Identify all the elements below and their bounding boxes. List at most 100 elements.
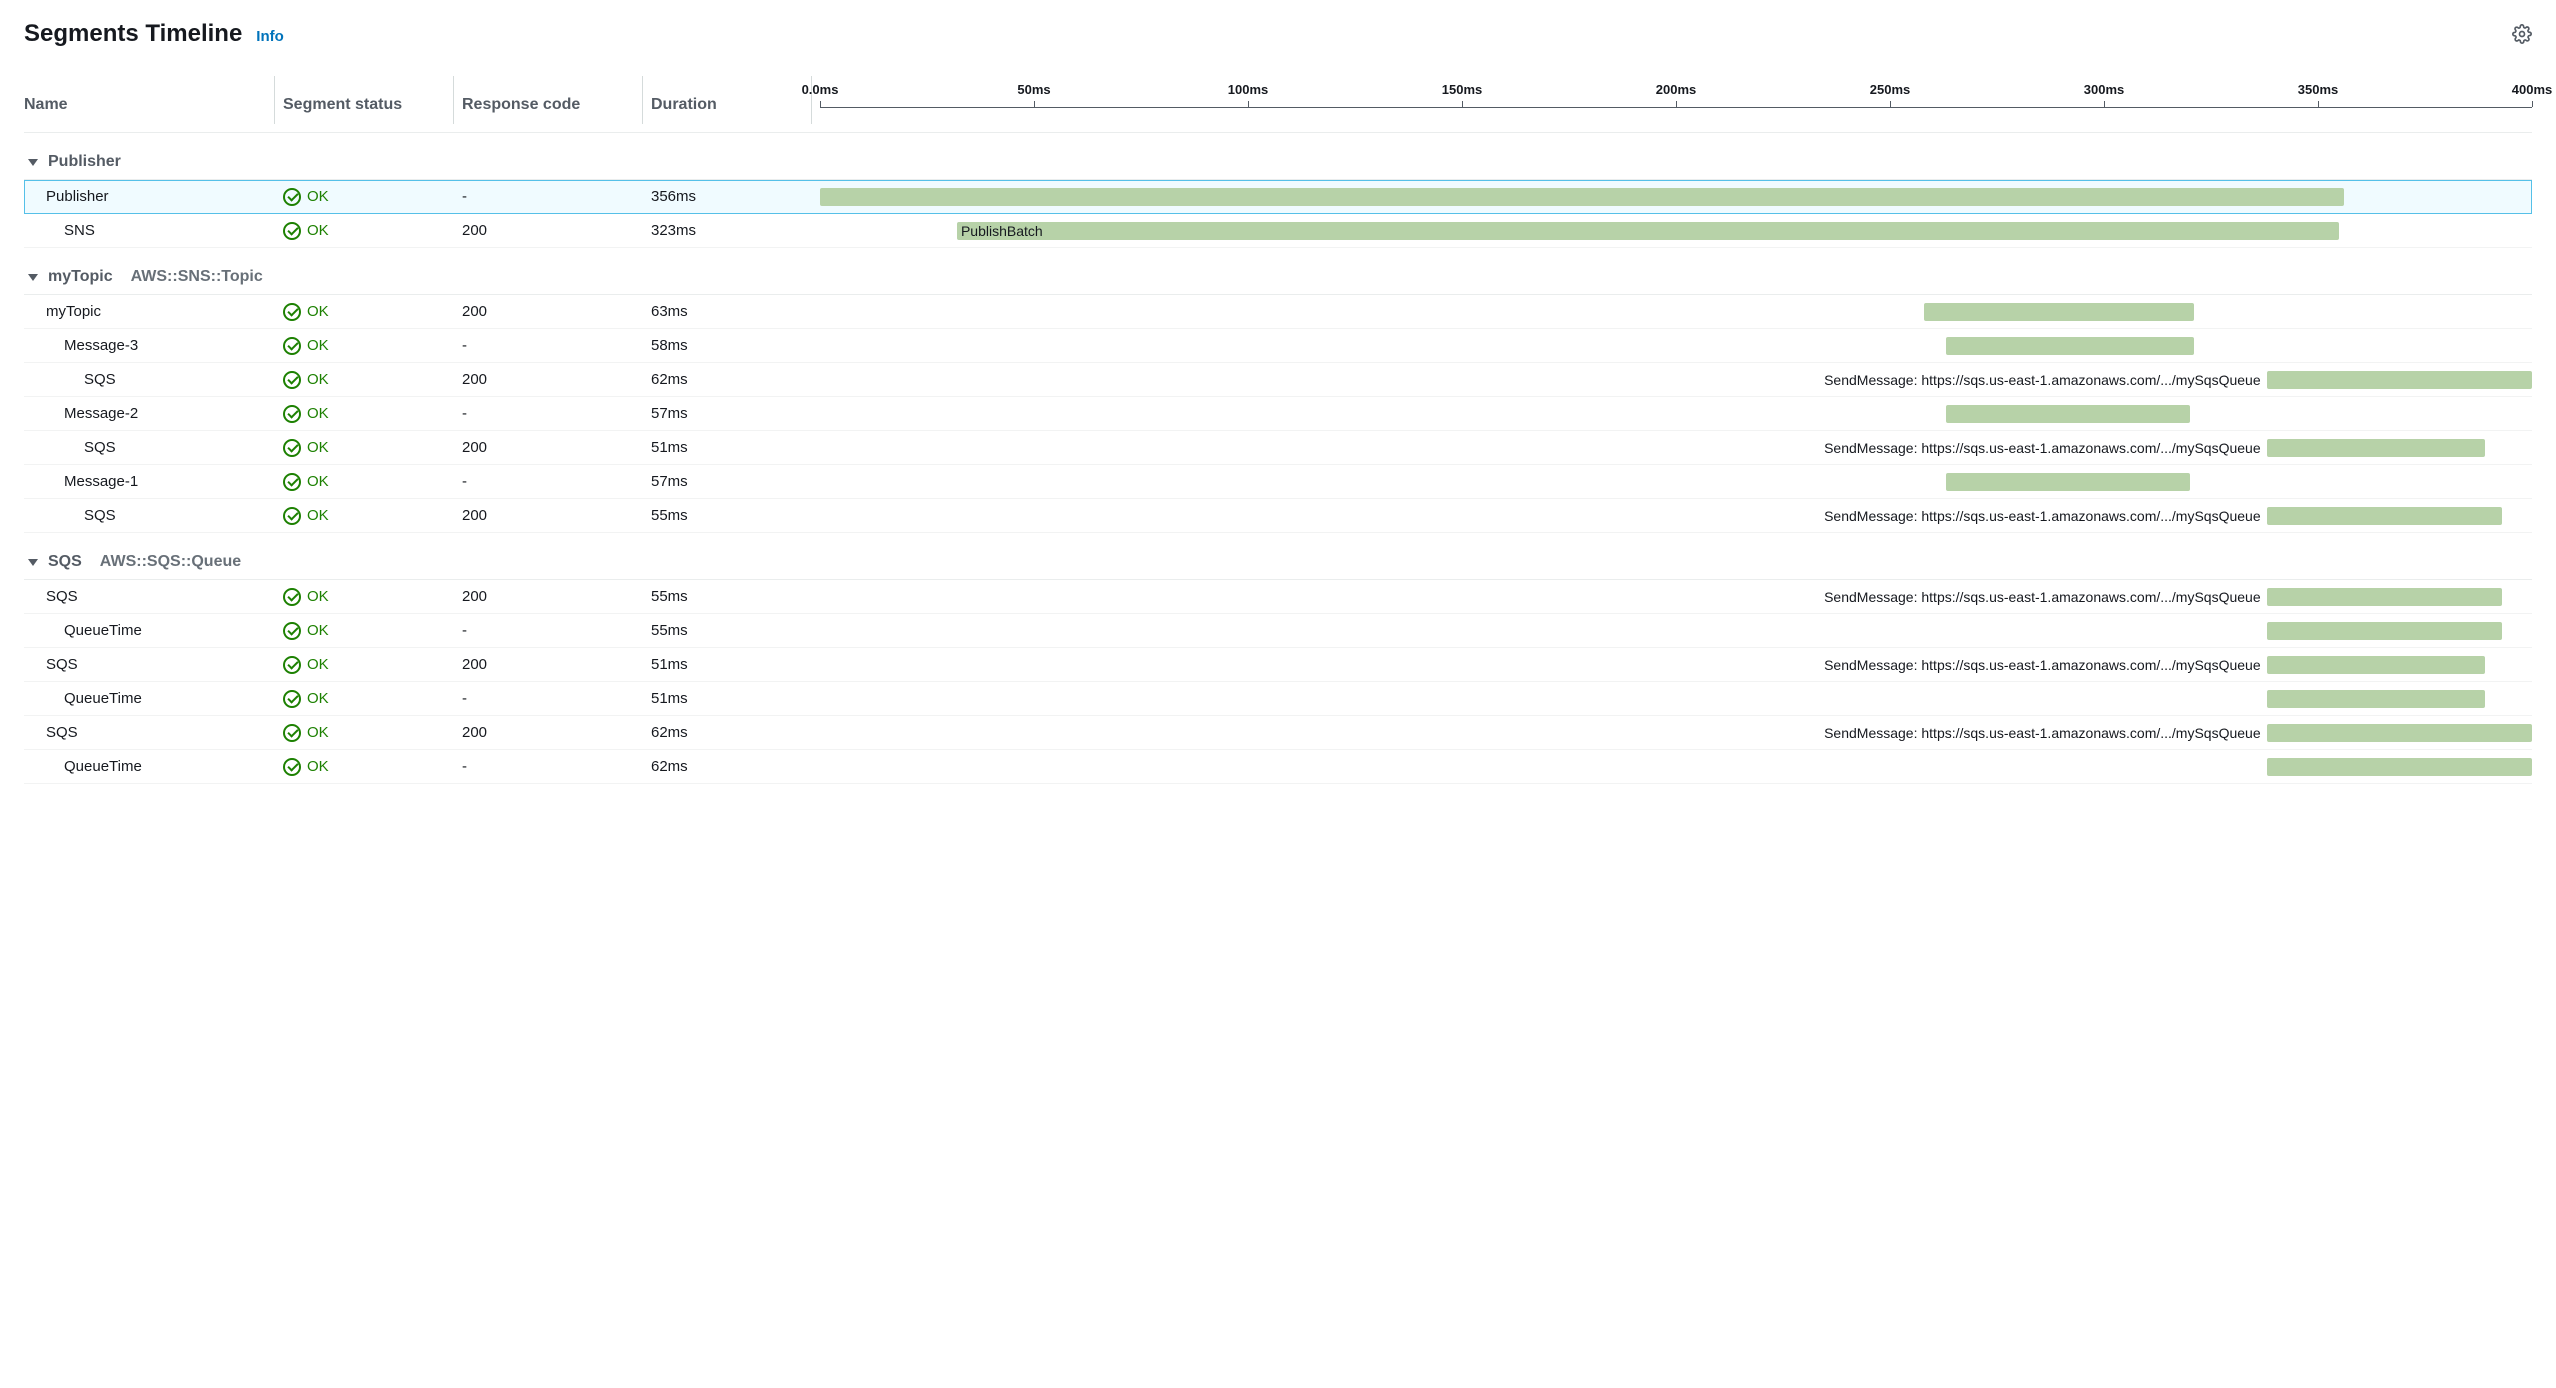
duration-bar bbox=[1946, 473, 2190, 491]
response-code: 200 bbox=[462, 507, 642, 524]
duration: 51ms bbox=[651, 656, 811, 673]
segment-row[interactable]: SQSOK20062msSendMessage: https://sqs.us-… bbox=[24, 363, 2532, 397]
timeline-cell: SendMessage: https://sqs.us-east-1.amazo… bbox=[820, 716, 2532, 749]
timeline-cell: SendMessage: https://sqs.us-east-1.amazo… bbox=[820, 431, 2532, 464]
segment-name: SQS bbox=[24, 656, 274, 673]
status-text: OK bbox=[307, 507, 329, 524]
rows-container: PublisherPublisherOK-356ms SNS OK 200 323ms P… bbox=[24, 133, 2532, 784]
segment-row[interactable]: PublisherOK-356ms bbox=[24, 180, 2532, 214]
axis-tick bbox=[1890, 101, 1891, 107]
segment-row[interactable]: myTopicOK20063ms bbox=[24, 295, 2532, 329]
check-circle-icon bbox=[283, 337, 301, 355]
timeline-cell bbox=[820, 682, 2532, 715]
status-text: OK bbox=[307, 337, 329, 354]
bar-label: SendMessage: https://sqs.us-east-1.amazo… bbox=[1824, 371, 2267, 389]
duration-bar bbox=[1946, 405, 2190, 423]
group-name: SQS bbox=[48, 553, 82, 571]
settings-icon[interactable] bbox=[2512, 24, 2532, 44]
page-title: Segments Timeline bbox=[24, 20, 242, 48]
col-header-status[interactable]: Segment status bbox=[283, 76, 453, 124]
duration: 55ms bbox=[651, 507, 811, 524]
check-circle-icon bbox=[283, 507, 301, 525]
status-text: OK bbox=[307, 405, 329, 422]
check-circle-icon bbox=[283, 439, 301, 457]
timeline-cell: PublishBatch bbox=[820, 214, 2532, 247]
check-circle-icon bbox=[283, 405, 301, 423]
duration-bar bbox=[957, 222, 2339, 240]
duration-bar bbox=[2267, 588, 2502, 606]
segment-row[interactable]: SNSOK200323msPublishBatch bbox=[24, 214, 2532, 248]
timeline-cell: SendMessage: https://sqs.us-east-1.amazo… bbox=[820, 499, 2532, 532]
response-code: 200 bbox=[462, 656, 642, 673]
status-text: OK bbox=[307, 222, 329, 239]
status-text: OK bbox=[307, 588, 329, 605]
segment-name: SNS bbox=[24, 222, 274, 239]
segment-row[interactable]: Message-2OK-57ms bbox=[24, 397, 2532, 431]
check-circle-icon bbox=[283, 588, 301, 606]
segment-name: SQS bbox=[24, 439, 274, 456]
group-header[interactable]: myTopic AWS::SNS::Topic bbox=[24, 248, 2532, 295]
segment-row[interactable]: QueueTimeOK-62ms bbox=[24, 750, 2532, 784]
axis-tick bbox=[2532, 101, 2533, 107]
duration-bar bbox=[2267, 656, 2485, 674]
bar-label: PublishBatch bbox=[957, 222, 1043, 240]
duration: 323ms bbox=[651, 222, 811, 239]
col-header-name[interactable]: Name bbox=[24, 76, 274, 124]
segment-row[interactable]: QueueTimeOK-51ms bbox=[24, 682, 2532, 716]
axis-tick-label: 50ms bbox=[1017, 82, 1050, 97]
duration: 63ms bbox=[651, 303, 811, 320]
segment-row[interactable]: Message-1OK-57ms bbox=[24, 465, 2532, 499]
segment-name: SQS bbox=[24, 724, 274, 741]
duration: 51ms bbox=[651, 690, 811, 707]
axis-tick-label: 0.0ms bbox=[802, 82, 839, 97]
status-badge: OK bbox=[283, 188, 453, 206]
duration: 51ms bbox=[651, 439, 811, 456]
time-axis: 0.0ms50ms100ms150ms200ms250ms300ms350ms4… bbox=[820, 82, 2532, 108]
response-code: 200 bbox=[462, 303, 642, 320]
segment-row[interactable]: SQSOK20055msSendMessage: https://sqs.us-… bbox=[24, 580, 2532, 614]
axis-tick-label: 300ms bbox=[2084, 82, 2124, 97]
segment-row[interactable]: SQSOK20055msSendMessage: https://sqs.us-… bbox=[24, 499, 2532, 533]
timeline-cell bbox=[820, 397, 2532, 430]
duration-bar bbox=[1946, 337, 2194, 355]
timeline-cell: SendMessage: https://sqs.us-east-1.amazo… bbox=[820, 648, 2532, 681]
status-text: OK bbox=[307, 724, 329, 741]
group-type: AWS::SNS::Topic bbox=[131, 268, 263, 286]
duration-bar bbox=[2267, 690, 2485, 708]
group-header[interactable]: SQSAWS::SQS::Queue bbox=[24, 533, 2532, 580]
column-headers-row: Name Segment status Response code Durati… bbox=[24, 76, 2532, 133]
group-name: myTopic bbox=[48, 268, 113, 286]
col-header-duration[interactable]: Duration bbox=[651, 76, 811, 124]
timeline-cell: SendMessage: https://sqs.us-east-1.amazo… bbox=[820, 363, 2532, 396]
axis-tick bbox=[1034, 101, 1035, 107]
axis-tick bbox=[1462, 101, 1463, 107]
segment-row[interactable]: SQSOK20051msSendMessage: https://sqs.us-… bbox=[24, 431, 2532, 465]
response-code: - bbox=[462, 758, 642, 775]
bar-label: SendMessage: https://sqs.us-east-1.amazo… bbox=[1824, 724, 2267, 742]
group-header[interactable]: Publisher bbox=[24, 133, 2532, 180]
axis-tick-label: 150ms bbox=[1442, 82, 1482, 97]
check-circle-icon bbox=[283, 473, 301, 491]
segment-name: Message-1 bbox=[24, 473, 274, 490]
caret-down-icon bbox=[28, 274, 38, 281]
status-text: OK bbox=[307, 758, 329, 775]
col-header-code[interactable]: Response code bbox=[462, 76, 642, 124]
status-text: OK bbox=[307, 473, 329, 490]
duration-bar bbox=[2267, 439, 2485, 457]
duration-bar bbox=[2267, 507, 2502, 525]
axis-tick-label: 350ms bbox=[2298, 82, 2338, 97]
status-badge: OK bbox=[283, 439, 453, 457]
status-badge: OK bbox=[283, 405, 453, 423]
duration: 62ms bbox=[651, 758, 811, 775]
segment-row[interactable]: QueueTimeOK-55ms bbox=[24, 614, 2532, 648]
info-link[interactable]: Info bbox=[256, 28, 284, 45]
duration-bar bbox=[2267, 371, 2532, 389]
status-badge: OK bbox=[283, 622, 453, 640]
segment-row[interactable]: Message-3OK-58ms bbox=[24, 329, 2532, 363]
duration: 62ms bbox=[651, 371, 811, 388]
segment-row[interactable]: SQSOK20051msSendMessage: https://sqs.us-… bbox=[24, 648, 2532, 682]
segment-row[interactable]: SQSOK20062msSendMessage: https://sqs.us-… bbox=[24, 716, 2532, 750]
check-circle-icon bbox=[283, 303, 301, 321]
timeline-table: Name Segment status Response code Durati… bbox=[24, 76, 2532, 784]
response-code: - bbox=[462, 622, 642, 639]
